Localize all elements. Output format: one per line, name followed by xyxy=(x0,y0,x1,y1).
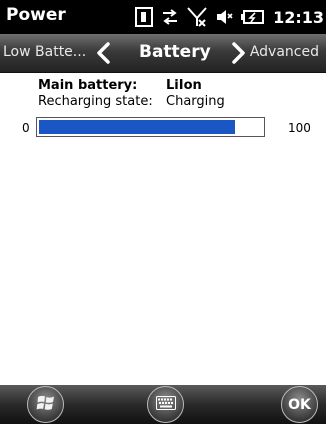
power-settings-screen: Power 12:13 Low Batte... Battery Advance… xyxy=(0,0,326,424)
battery-panel: Main battery: LiIon Recharging state: Ch… xyxy=(0,73,326,385)
battery-charging-icon xyxy=(241,9,265,25)
start-button[interactable] xyxy=(27,386,64,423)
recharging-state-value: Charging xyxy=(166,94,225,109)
tab-next-advanced[interactable]: Advanced xyxy=(250,44,319,60)
status-area[interactable]: 12:13 xyxy=(135,4,324,30)
battery-level-bar xyxy=(36,117,265,137)
start-icon xyxy=(36,393,56,417)
keyboard-button[interactable] xyxy=(147,386,184,423)
speaker-muted-icon xyxy=(215,8,233,26)
chevron-right-icon[interactable] xyxy=(232,42,246,68)
tab-previous-low-battery[interactable]: Low Batte... xyxy=(3,44,86,60)
keyboard-icon xyxy=(155,395,176,414)
ok-button[interactable]: OK xyxy=(281,386,318,423)
recharging-state-label: Recharging state: xyxy=(38,94,153,109)
softkey-bar: OK xyxy=(0,385,326,424)
clock: 12:13 xyxy=(273,7,324,27)
chevron-left-icon[interactable] xyxy=(96,42,110,68)
battery-max-label: 100 xyxy=(288,121,311,135)
no-signal-icon xyxy=(187,6,207,28)
battery-min-label: 0 xyxy=(22,121,30,135)
tab-current-battery: Battery xyxy=(139,42,211,62)
sim-card-icon xyxy=(135,7,154,27)
main-battery-value: LiIon xyxy=(166,78,202,93)
data-connection-icon xyxy=(161,8,179,26)
title-bar: Power 12:13 xyxy=(0,0,326,34)
ok-button-label: OK xyxy=(288,396,311,413)
main-battery-label: Main battery: xyxy=(38,78,138,93)
app-title: Power xyxy=(6,5,66,25)
tab-navigation-bar: Low Batte... Battery Advanced xyxy=(0,34,326,73)
battery-level-fill xyxy=(39,120,235,134)
